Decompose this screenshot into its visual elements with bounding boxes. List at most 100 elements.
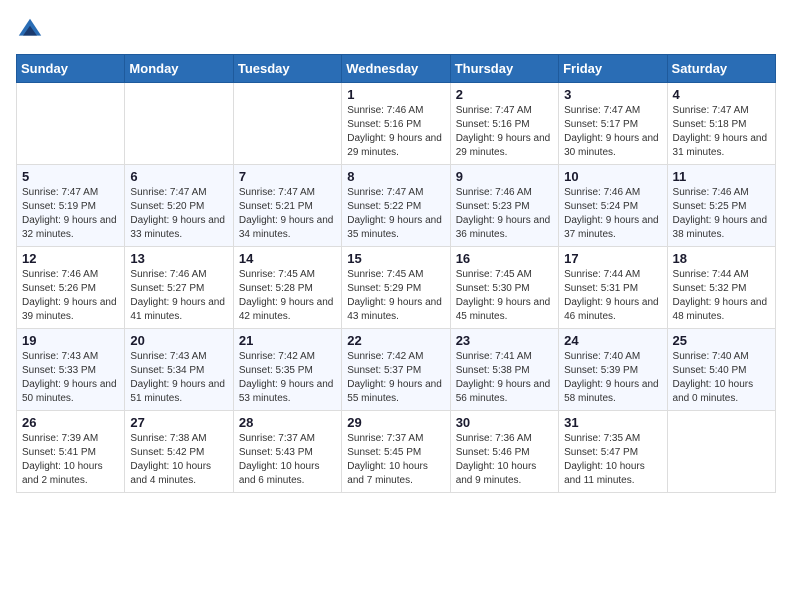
day-number: 30 bbox=[456, 415, 553, 430]
calendar-header-tuesday: Tuesday bbox=[233, 55, 341, 83]
day-info: Sunrise: 7:47 AM Sunset: 5:22 PM Dayligh… bbox=[347, 186, 444, 242]
day-info: Sunrise: 7:46 AM Sunset: 5:24 PM Dayligh… bbox=[564, 186, 661, 242]
calendar-header-friday: Friday bbox=[559, 55, 667, 83]
day-info: Sunrise: 7:47 AM Sunset: 5:17 PM Dayligh… bbox=[564, 104, 661, 160]
calendar-cell: 14 Sunrise: 7:45 AM Sunset: 5:28 PM Dayli… bbox=[233, 247, 341, 329]
day-number: 5 bbox=[22, 169, 119, 184]
day-number: 13 bbox=[130, 251, 227, 266]
day-info: Sunrise: 7:45 AM Sunset: 5:30 PM Dayligh… bbox=[456, 268, 553, 324]
calendar-cell: 9Sunrise: 7:46 AM Sunset: 5:23 PM Daylig… bbox=[450, 165, 558, 247]
calendar-cell bbox=[233, 83, 341, 165]
day-number: 4 bbox=[673, 87, 770, 102]
day-info: Sunrise: 7:47 AM Sunset: 5:21 PM Dayligh… bbox=[239, 186, 336, 242]
day-info: Sunrise: 7:45 AM Sunset: 5:28 PM Dayligh… bbox=[239, 268, 336, 324]
day-info: Sunrise: 7:46 AM Sunset: 5:26 PM Dayligh… bbox=[22, 268, 119, 324]
calendar-cell: 27 Sunrise: 7:38 AM Sunset: 5:42 PM Dayli… bbox=[125, 411, 233, 493]
day-info: Sunrise: 7:36 AM Sunset: 5:46 PM Dayligh… bbox=[456, 432, 553, 488]
calendar-header-row: SundayMondayTuesdayWednesdayThursdayFrid… bbox=[17, 55, 776, 83]
calendar-cell: 10 Sunrise: 7:46 AM Sunset: 5:24 PM Dayli… bbox=[559, 165, 667, 247]
calendar-cell: 23 Sunrise: 7:41 AM Sunset: 5:38 PM Dayli… bbox=[450, 329, 558, 411]
calendar-table: SundayMondayTuesdayWednesdayThursdayFrid… bbox=[16, 54, 776, 493]
day-info: Sunrise: 7:40 AM Sunset: 5:40 PM Dayligh… bbox=[673, 350, 770, 406]
day-info: Sunrise: 7:46 AM Sunset: 5:25 PM Dayligh… bbox=[673, 186, 770, 242]
calendar-cell: 28Sunrise: 7:37 AM Sunset: 5:43 PM Dayli… bbox=[233, 411, 341, 493]
day-number: 15 bbox=[347, 251, 444, 266]
day-info: Sunrise: 7:41 AM Sunset: 5:38 PM Dayligh… bbox=[456, 350, 553, 406]
day-number: 19 bbox=[22, 333, 119, 348]
page-header bbox=[16, 16, 776, 44]
day-info: Sunrise: 7:35 AM Sunset: 5:47 PM Dayligh… bbox=[564, 432, 661, 488]
calendar-week-row: 26 Sunrise: 7:39 AM Sunset: 5:41 PM Dayli… bbox=[17, 411, 776, 493]
calendar-week-row: 5 Sunrise: 7:47 AM Sunset: 5:19 PM Daylig… bbox=[17, 165, 776, 247]
day-number: 11 bbox=[673, 169, 770, 184]
day-info: Sunrise: 7:47 AM Sunset: 5:18 PM Dayligh… bbox=[673, 104, 770, 160]
day-number: 31 bbox=[564, 415, 661, 430]
calendar-cell: 8 Sunrise: 7:47 AM Sunset: 5:22 PM Daylig… bbox=[342, 165, 450, 247]
calendar-cell: 11 Sunrise: 7:46 AM Sunset: 5:25 PM Dayli… bbox=[667, 165, 775, 247]
day-number: 3 bbox=[564, 87, 661, 102]
day-number: 18 bbox=[673, 251, 770, 266]
day-info: Sunrise: 7:43 AM Sunset: 5:33 PM Dayligh… bbox=[22, 350, 119, 406]
day-number: 26 bbox=[22, 415, 119, 430]
calendar-cell: 12 Sunrise: 7:46 AM Sunset: 5:26 PM Dayli… bbox=[17, 247, 125, 329]
day-number: 10 bbox=[564, 169, 661, 184]
calendar-cell: 3 Sunrise: 7:47 AM Sunset: 5:17 PM Daylig… bbox=[559, 83, 667, 165]
calendar-week-row: 1Sunrise: 7:46 AM Sunset: 5:16 PM Daylig… bbox=[17, 83, 776, 165]
calendar-cell: 19 Sunrise: 7:43 AM Sunset: 5:33 PM Dayli… bbox=[17, 329, 125, 411]
calendar-cell: 15 Sunrise: 7:45 AM Sunset: 5:29 PM Dayli… bbox=[342, 247, 450, 329]
day-info: Sunrise: 7:37 AM Sunset: 5:45 PM Dayligh… bbox=[347, 432, 444, 488]
calendar-cell bbox=[17, 83, 125, 165]
calendar-cell: 26 Sunrise: 7:39 AM Sunset: 5:41 PM Dayli… bbox=[17, 411, 125, 493]
day-number: 25 bbox=[673, 333, 770, 348]
day-info: Sunrise: 7:44 AM Sunset: 5:31 PM Dayligh… bbox=[564, 268, 661, 324]
calendar-week-row: 12 Sunrise: 7:46 AM Sunset: 5:26 PM Dayli… bbox=[17, 247, 776, 329]
calendar-cell: 6Sunrise: 7:47 AM Sunset: 5:20 PM Daylig… bbox=[125, 165, 233, 247]
day-info: Sunrise: 7:47 AM Sunset: 5:16 PM Dayligh… bbox=[456, 104, 553, 160]
calendar-cell: 24Sunrise: 7:40 AM Sunset: 5:39 PM Dayli… bbox=[559, 329, 667, 411]
calendar-header-sunday: Sunday bbox=[17, 55, 125, 83]
calendar-header-saturday: Saturday bbox=[667, 55, 775, 83]
day-number: 17 bbox=[564, 251, 661, 266]
day-number: 6 bbox=[130, 169, 227, 184]
day-number: 22 bbox=[347, 333, 444, 348]
day-number: 21 bbox=[239, 333, 336, 348]
calendar-header-monday: Monday bbox=[125, 55, 233, 83]
day-info: Sunrise: 7:46 AM Sunset: 5:27 PM Dayligh… bbox=[130, 268, 227, 324]
calendar-cell: 2 Sunrise: 7:47 AM Sunset: 5:16 PM Daylig… bbox=[450, 83, 558, 165]
day-number: 7 bbox=[239, 169, 336, 184]
calendar-cell: 13 Sunrise: 7:46 AM Sunset: 5:27 PM Dayli… bbox=[125, 247, 233, 329]
day-number: 1 bbox=[347, 87, 444, 102]
day-info: Sunrise: 7:40 AM Sunset: 5:39 PM Dayligh… bbox=[564, 350, 661, 406]
calendar-cell bbox=[125, 83, 233, 165]
calendar-cell: 20Sunrise: 7:43 AM Sunset: 5:34 PM Dayli… bbox=[125, 329, 233, 411]
day-number: 12 bbox=[22, 251, 119, 266]
calendar-cell: 4 Sunrise: 7:47 AM Sunset: 5:18 PM Daylig… bbox=[667, 83, 775, 165]
calendar-cell: 17 Sunrise: 7:44 AM Sunset: 5:31 PM Dayli… bbox=[559, 247, 667, 329]
calendar-cell: 31 Sunrise: 7:35 AM Sunset: 5:47 PM Dayli… bbox=[559, 411, 667, 493]
day-info: Sunrise: 7:45 AM Sunset: 5:29 PM Dayligh… bbox=[347, 268, 444, 324]
day-number: 14 bbox=[239, 251, 336, 266]
day-number: 23 bbox=[456, 333, 553, 348]
day-info: Sunrise: 7:47 AM Sunset: 5:19 PM Dayligh… bbox=[22, 186, 119, 242]
day-number: 27 bbox=[130, 415, 227, 430]
day-info: Sunrise: 7:38 AM Sunset: 5:42 PM Dayligh… bbox=[130, 432, 227, 488]
day-number: 29 bbox=[347, 415, 444, 430]
calendar-cell: 21Sunrise: 7:42 AM Sunset: 5:35 PM Dayli… bbox=[233, 329, 341, 411]
calendar-header-thursday: Thursday bbox=[450, 55, 558, 83]
day-info: Sunrise: 7:42 AM Sunset: 5:37 PM Dayligh… bbox=[347, 350, 444, 406]
day-info: Sunrise: 7:39 AM Sunset: 5:41 PM Dayligh… bbox=[22, 432, 119, 488]
calendar-cell: 22 Sunrise: 7:42 AM Sunset: 5:37 PM Dayli… bbox=[342, 329, 450, 411]
calendar-cell: 7 Sunrise: 7:47 AM Sunset: 5:21 PM Daylig… bbox=[233, 165, 341, 247]
day-number: 16 bbox=[456, 251, 553, 266]
calendar-cell: 1Sunrise: 7:46 AM Sunset: 5:16 PM Daylig… bbox=[342, 83, 450, 165]
calendar-cell: 18 Sunrise: 7:44 AM Sunset: 5:32 PM Dayli… bbox=[667, 247, 775, 329]
calendar-week-row: 19 Sunrise: 7:43 AM Sunset: 5:33 PM Dayli… bbox=[17, 329, 776, 411]
calendar-header-wednesday: Wednesday bbox=[342, 55, 450, 83]
day-number: 8 bbox=[347, 169, 444, 184]
day-number: 28 bbox=[239, 415, 336, 430]
calendar-cell: 29 Sunrise: 7:37 AM Sunset: 5:45 PM Dayli… bbox=[342, 411, 450, 493]
day-number: 2 bbox=[456, 87, 553, 102]
day-info: Sunrise: 7:43 AM Sunset: 5:34 PM Dayligh… bbox=[130, 350, 227, 406]
calendar-cell: 30 Sunrise: 7:36 AM Sunset: 5:46 PM Dayli… bbox=[450, 411, 558, 493]
day-info: Sunrise: 7:44 AM Sunset: 5:32 PM Dayligh… bbox=[673, 268, 770, 324]
